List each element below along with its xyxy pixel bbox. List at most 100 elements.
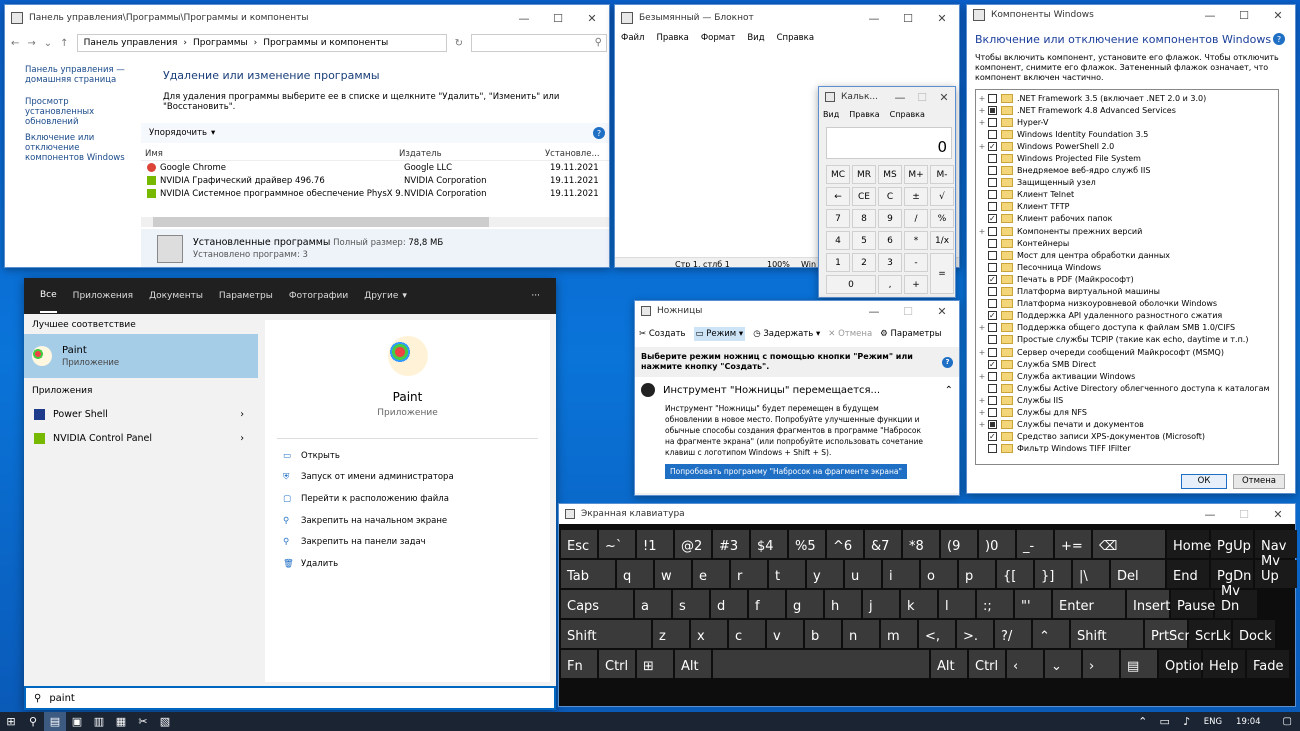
search-input[interactable]: ⚲ paint	[24, 686, 556, 710]
calc-key[interactable]: 8	[852, 209, 876, 228]
osk-key[interactable]: i	[883, 560, 919, 588]
title-bar[interactable]: Кальк... — ☐ ✕	[819, 87, 955, 107]
expand-icon[interactable]: +	[976, 94, 988, 103]
feature-checkbox[interactable]	[988, 262, 997, 272]
side-link-home[interactable]: Панель управления — домашняя страница	[25, 65, 125, 85]
feature-checkbox[interactable]	[988, 154, 997, 164]
calc-key[interactable]: 2	[852, 253, 876, 272]
feature-checkbox[interactable]	[988, 190, 997, 200]
osk-key[interactable]: o	[921, 560, 957, 588]
calc-key[interactable]: √	[930, 187, 954, 206]
expand-icon[interactable]: +	[976, 348, 988, 357]
osk-key[interactable]: Alt	[931, 650, 967, 678]
table-row[interactable]: NVIDIA Системное программное обеспечение…	[141, 187, 609, 200]
osk-key[interactable]: ^6	[827, 530, 863, 558]
osk-key[interactable]: Home	[1167, 530, 1211, 558]
tray-chevron-icon[interactable]: ⌃	[1132, 712, 1154, 731]
best-match-paint[interactable]: Paint Приложение	[24, 334, 258, 378]
title-bar[interactable]: Панель управления\Программы\Программы и …	[5, 5, 609, 31]
osk-key[interactable]: PgUp	[1211, 530, 1253, 558]
osk-key[interactable]: f	[749, 590, 785, 618]
menu-item[interactable]: Справка	[777, 33, 814, 43]
feature-item[interactable]: Контейнеры	[976, 237, 1278, 249]
feature-item[interactable]: ✓ Поддержка API удаленного разностного сж…	[976, 310, 1278, 322]
osk-key[interactable]: Enter	[1053, 590, 1125, 618]
osk-key[interactable]: c	[729, 620, 765, 648]
osk-key[interactable]: a	[635, 590, 671, 618]
osk-key[interactable]: j	[863, 590, 899, 618]
calc-key[interactable]: MS	[878, 165, 902, 184]
expand-icon[interactable]: +	[976, 118, 988, 127]
feature-checkbox[interactable]	[988, 226, 997, 236]
feature-item[interactable]: + Поддержка общего доступа к файлам SMB 1…	[976, 322, 1278, 334]
calc-key[interactable]: ,	[878, 275, 902, 294]
calc-key[interactable]: CE	[852, 187, 876, 206]
close-button[interactable]: ✕	[925, 5, 959, 31]
search-icon[interactable]: ⚲	[22, 712, 44, 731]
network-icon[interactable]: ▭	[1154, 712, 1176, 731]
action-item[interactable]: 🗑 Удалить	[283, 553, 550, 575]
help-icon[interactable]: ?	[942, 356, 953, 368]
osk-key[interactable]: ⌃	[1033, 620, 1069, 648]
mode-button[interactable]: ▭ Режим ▾	[693, 327, 746, 341]
options-button[interactable]: ⚙ Параметры	[880, 329, 941, 339]
feature-checkbox[interactable]: ✓	[988, 359, 997, 369]
close-button[interactable]: ✕	[925, 301, 959, 321]
osk-key[interactable]: Caps	[561, 590, 633, 618]
maximize-button[interactable]: ☐	[1227, 5, 1261, 25]
osk-key[interactable]: <,	[919, 620, 955, 648]
volume-icon[interactable]: ♪	[1176, 712, 1198, 731]
feature-item[interactable]: Клиент Telnet	[976, 189, 1278, 201]
action-item[interactable]: ▢ Перейти к расположению файла	[283, 488, 550, 510]
control-panel-taskbar-icon[interactable]: ▣	[66, 712, 88, 731]
osk-key[interactable]: !1	[637, 530, 673, 558]
chevron-up-icon[interactable]: ⌃	[945, 385, 953, 396]
osk-key[interactable]: y	[807, 560, 843, 588]
address-bar[interactable]: Панель управления › Программы › Программы и …	[76, 34, 447, 52]
tab-3[interactable]: Параметры	[219, 280, 273, 312]
feature-checkbox[interactable]	[988, 371, 997, 381]
menu-item[interactable]: Правка	[656, 33, 688, 43]
osk-key[interactable]: ‹	[1007, 650, 1043, 678]
menu-item[interactable]: Формат	[701, 33, 736, 43]
feature-item[interactable]: + Службы IIS	[976, 394, 1278, 406]
cancel-button[interactable]: Отмена	[1233, 474, 1285, 489]
feature-item[interactable]: + Служба активации Windows	[976, 370, 1278, 382]
osk-key[interactable]: k	[901, 590, 937, 618]
new-snip-button[interactable]: ✂ Создать	[639, 329, 686, 339]
column-header-date[interactable]: Установле...	[545, 149, 600, 159]
osk-key[interactable]: ?/	[995, 620, 1031, 648]
feature-checkbox[interactable]	[988, 407, 997, 417]
tab-4[interactable]: Фотографии	[289, 280, 348, 312]
close-button[interactable]: ✕	[933, 87, 955, 107]
osk-key[interactable]: Pause	[1171, 590, 1215, 618]
menu-item[interactable]: Файл	[621, 33, 644, 43]
calc-key[interactable]: 3	[878, 253, 902, 272]
action-item[interactable]: ▭ Открыть	[283, 445, 550, 467]
feature-checkbox[interactable]	[988, 178, 997, 188]
minimize-button[interactable]: —	[507, 5, 541, 31]
feature-checkbox[interactable]	[988, 238, 997, 248]
osk-key[interactable]: x	[691, 620, 727, 648]
feature-item[interactable]: Мост для центра обработки данных	[976, 249, 1278, 261]
expand-icon[interactable]: +	[976, 408, 988, 417]
feature-checkbox[interactable]	[988, 93, 997, 103]
column-header-publisher[interactable]: Издатель	[399, 149, 545, 159]
feature-checkbox[interactable]	[988, 444, 997, 454]
feature-item[interactable]: + ✓ Windows PowerShell 2.0	[976, 140, 1278, 152]
organize-button[interactable]: Упорядочить	[149, 128, 207, 138]
osk-key[interactable]: Options	[1159, 650, 1215, 678]
osk-key[interactable]: e	[693, 560, 729, 588]
osk-key[interactable]	[713, 650, 929, 678]
feature-item[interactable]: + Hyper-V	[976, 116, 1278, 128]
calc-key[interactable]: MR	[852, 165, 876, 184]
osk-key[interactable]: Del	[1111, 560, 1165, 588]
osk-key[interactable]: m	[881, 620, 917, 648]
calc-key[interactable]: ±	[904, 187, 928, 206]
menu-item[interactable]: Вид	[747, 33, 764, 43]
osk-key[interactable]: u	[845, 560, 881, 588]
osk-key[interactable]: Fn	[561, 650, 597, 678]
osk-key[interactable]: r	[731, 560, 767, 588]
feature-checkbox[interactable]: ✓	[988, 141, 997, 151]
calc-key[interactable]: /	[904, 209, 928, 228]
